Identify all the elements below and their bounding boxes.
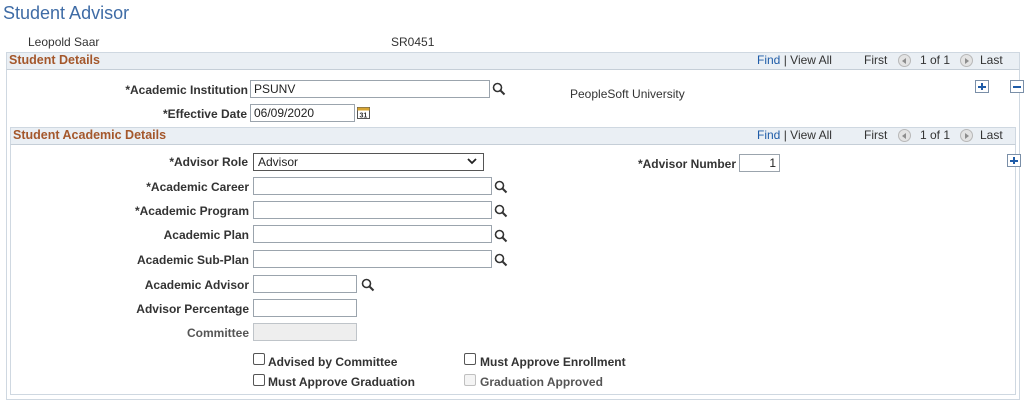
effective-date-label: *Effective Date bbox=[162, 107, 247, 121]
academic-program-label: *Academic Program bbox=[134, 204, 249, 218]
academic-details-nav: Find | View All bbox=[757, 128, 832, 142]
magnifier-icon[interactable] bbox=[494, 180, 508, 194]
magnifier-icon[interactable] bbox=[494, 253, 508, 267]
last-label: Last bbox=[980, 128, 1003, 142]
academic-advisor-label: Academic Advisor bbox=[144, 278, 249, 292]
institution-description: PeopleSoft University bbox=[570, 87, 685, 101]
plus-icon[interactable] bbox=[975, 80, 989, 93]
magnifier-icon[interactable] bbox=[492, 82, 506, 96]
academic-institution-input[interactable]: PSUNV bbox=[250, 80, 490, 98]
last-label: Last bbox=[980, 53, 1003, 67]
arrow-left-icon bbox=[898, 54, 911, 68]
academic-career-label: *Academic Career bbox=[146, 180, 249, 194]
student-details-nav: Find | View All bbox=[757, 53, 832, 67]
academic-plan-label: Academic Plan bbox=[163, 228, 249, 242]
prev-button[interactable] bbox=[898, 128, 911, 143]
advised-by-committee-checkbox[interactable] bbox=[253, 353, 265, 365]
first-label: First bbox=[864, 128, 888, 142]
row-count: 1 of 1 bbox=[920, 53, 951, 67]
must-approve-enrollment-label: Must Approve Enrollment bbox=[480, 355, 626, 369]
magnifier-icon[interactable] bbox=[494, 204, 508, 218]
graduation-approved-checkbox bbox=[464, 374, 476, 386]
academic-advisor-input[interactable] bbox=[253, 275, 357, 293]
view-all-link[interactable]: View All bbox=[790, 128, 832, 142]
prev-button[interactable] bbox=[898, 53, 911, 68]
page-title: Student Advisor bbox=[3, 3, 130, 23]
svg-text:31: 31 bbox=[360, 113, 368, 120]
arrow-right-icon bbox=[960, 54, 973, 68]
find-link[interactable]: Find bbox=[757, 53, 780, 67]
student-name: Leopold Saar bbox=[28, 35, 100, 49]
find-link[interactable]: Find bbox=[757, 128, 780, 142]
academic-subplan-label: Academic Sub-Plan bbox=[136, 253, 249, 267]
student-id: SR0451 bbox=[391, 35, 435, 49]
graduation-approved-label: Graduation Approved bbox=[480, 375, 603, 389]
academic-plan-input[interactable] bbox=[253, 225, 492, 243]
advisor-role-select[interactable]: Advisor bbox=[253, 153, 484, 171]
arrow-right-icon bbox=[960, 129, 973, 143]
first-label: First bbox=[864, 53, 888, 67]
chevron-down-icon bbox=[467, 158, 477, 165]
advisor-number-input[interactable]: 1 bbox=[739, 154, 780, 172]
next-button[interactable] bbox=[960, 128, 973, 143]
view-all-link[interactable]: View All bbox=[790, 53, 832, 67]
plus-icon[interactable] bbox=[1006, 154, 1021, 167]
must-approve-enrollment-checkbox[interactable] bbox=[464, 353, 476, 365]
advised-by-committee-label: Advised by Committee bbox=[268, 355, 398, 369]
committee-input bbox=[253, 323, 357, 341]
committee-label: Committee bbox=[186, 326, 249, 340]
next-button[interactable] bbox=[960, 53, 973, 68]
row-count: 1 of 1 bbox=[920, 128, 951, 142]
must-approve-graduation-label: Must Approve Graduation bbox=[268, 375, 415, 389]
advisor-number-label: *Advisor Number bbox=[637, 157, 736, 171]
academic-institution-label: *Academic Institution bbox=[125, 83, 248, 97]
student-details-title: Student Details bbox=[9, 53, 100, 67]
academic-subplan-input[interactable] bbox=[253, 250, 492, 268]
advisor-percentage-input[interactable] bbox=[253, 299, 357, 317]
nav-separator: | bbox=[783, 53, 787, 67]
academic-program-input[interactable] bbox=[253, 201, 492, 219]
minus-icon[interactable] bbox=[1010, 80, 1025, 93]
academic-career-input[interactable] bbox=[253, 177, 492, 195]
advisor-role-label: *Advisor Role bbox=[169, 155, 248, 169]
magnifier-icon[interactable] bbox=[494, 229, 508, 243]
arrow-left-icon bbox=[898, 129, 911, 143]
nav-separator: | bbox=[783, 128, 787, 142]
must-approve-graduation-checkbox[interactable] bbox=[253, 374, 265, 386]
effective-date-input[interactable]: 06/09/2020 bbox=[250, 104, 355, 122]
advisor-role-value: Advisor bbox=[258, 155, 299, 169]
magnifier-icon[interactable] bbox=[361, 278, 375, 292]
calendar-icon[interactable]: 31 bbox=[357, 106, 370, 119]
advisor-percentage-label: Advisor Percentage bbox=[136, 302, 249, 316]
academic-details-title: Student Academic Details bbox=[13, 128, 167, 142]
